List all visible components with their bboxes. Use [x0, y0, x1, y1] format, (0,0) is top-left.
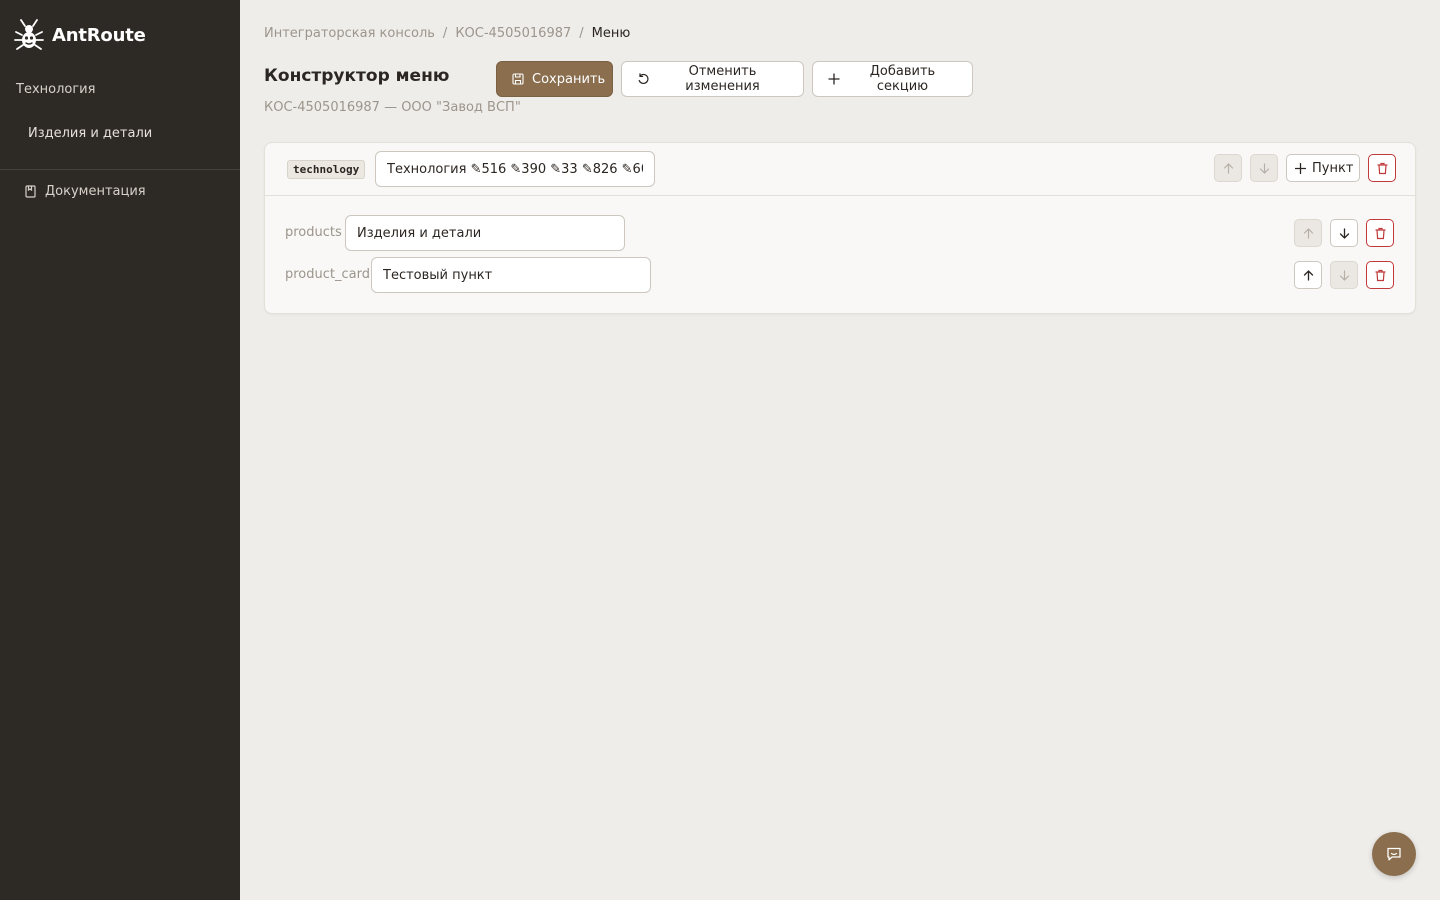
arrow-down-icon	[1258, 162, 1271, 175]
sidebar-item-label: Документация	[45, 184, 146, 199]
trash-icon	[1376, 162, 1389, 175]
plus-icon	[828, 73, 840, 85]
save-button[interactable]: Сохранить	[496, 61, 613, 97]
undo-icon	[637, 73, 649, 85]
arrow-down-icon	[1338, 269, 1351, 282]
breadcrumb: Интеграторская консоль / КОС-4505016987 …	[264, 26, 630, 41]
revert-button-label: Отменить изменения	[685, 64, 760, 94]
add-section-button[interactable]: Добавить секцию	[812, 61, 973, 97]
item-move-down-button[interactable]	[1330, 219, 1358, 247]
chat-support-button[interactable]	[1372, 832, 1416, 876]
breadcrumb-company-link[interactable]: КОС-4505016987	[455, 26, 571, 41]
add-item-button-label: Пункт	[1312, 160, 1354, 176]
brand-name: AntRoute	[52, 24, 146, 46]
add-item-button[interactable]: Пункт	[1286, 154, 1360, 182]
sidebar: AntRoute Технология Изделия и детали Док…	[0, 0, 240, 900]
brand[interactable]: AntRoute	[14, 19, 146, 51]
menu-section-card: technology Пункт products	[264, 142, 1416, 314]
breadcrumb-separator: /	[442, 26, 448, 41]
item-move-down-button[interactable]	[1330, 261, 1358, 289]
section-move-up-button[interactable]	[1214, 154, 1242, 182]
section-title-input[interactable]	[375, 151, 655, 187]
item-key: product_card	[285, 267, 370, 282]
item-delete-button[interactable]	[1366, 261, 1394, 289]
section-header: technology Пункт	[265, 143, 1415, 196]
arrow-up-icon	[1222, 162, 1235, 175]
sidebar-divider	[0, 169, 240, 170]
sidebar-item-documentation[interactable]: Документация	[24, 184, 146, 199]
item-delete-button[interactable]	[1366, 219, 1394, 247]
arrow-up-icon	[1302, 269, 1315, 282]
book-icon	[24, 185, 37, 198]
section-code-tag: technology	[287, 160, 366, 179]
sidebar-section-technology: Технология	[16, 82, 96, 97]
plus-icon	[1295, 162, 1306, 174]
add-section-button-label: Добавить секцию	[869, 64, 936, 94]
breadcrumb-current: Меню	[591, 26, 631, 41]
page-title: Конструктор меню	[264, 66, 450, 86]
ant-logo-icon	[14, 19, 44, 51]
page-subtitle: КОС-4505016987 — ООО "Завод ВСП"	[264, 100, 521, 115]
sidebar-item-products[interactable]: Изделия и детали	[28, 126, 152, 141]
item-move-up-button[interactable]	[1294, 219, 1322, 247]
item-move-up-button[interactable]	[1294, 261, 1322, 289]
item-title-input[interactable]	[345, 215, 625, 251]
arrow-up-icon	[1302, 227, 1315, 240]
breadcrumb-separator: /	[579, 26, 584, 41]
item-title-input[interactable]	[371, 257, 651, 293]
revert-changes-button[interactable]: Отменить изменения	[621, 61, 804, 97]
arrow-down-icon	[1338, 227, 1351, 240]
save-icon	[512, 73, 524, 85]
save-button-label: Сохранить	[532, 71, 606, 87]
section-delete-button[interactable]	[1368, 154, 1396, 182]
trash-icon	[1374, 269, 1387, 282]
chat-icon	[1385, 845, 1403, 863]
trash-icon	[1374, 227, 1387, 240]
section-move-down-button[interactable]	[1250, 154, 1278, 182]
item-key: products	[285, 225, 342, 240]
breadcrumb-console-link[interactable]: Интеграторская консоль	[264, 26, 435, 41]
